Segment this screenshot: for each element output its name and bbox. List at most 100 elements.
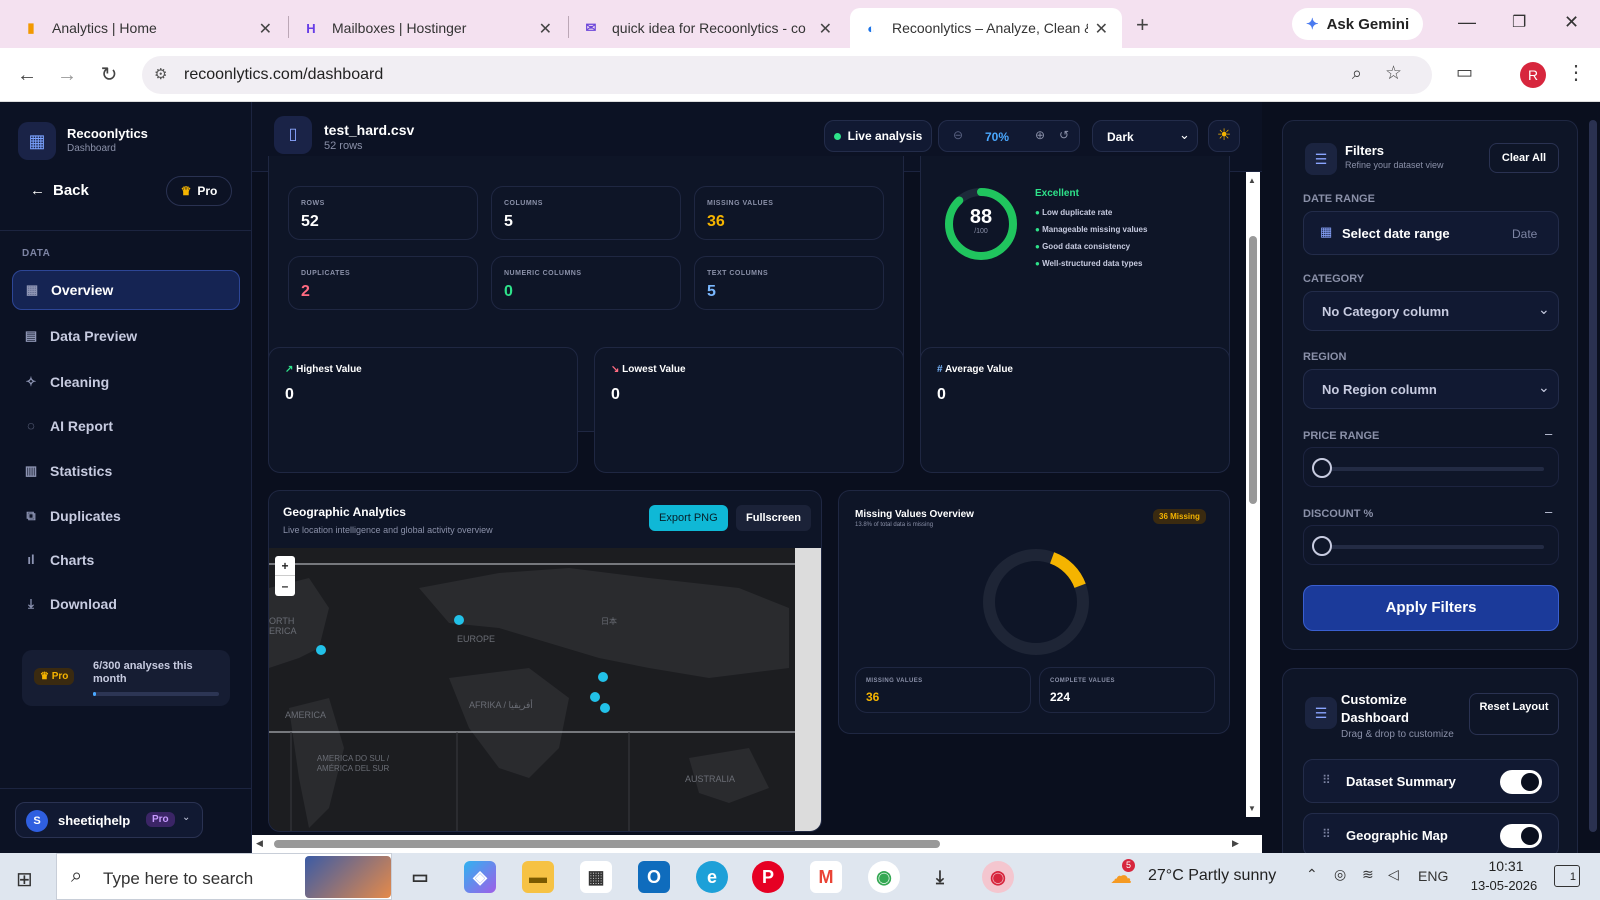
price-range-slider[interactable] [1303,447,1559,487]
file-explorer-icon[interactable]: ▬ [522,861,554,893]
scroll-left-icon[interactable]: ◀ [256,838,263,849]
sidebar-item-overview[interactable]: ▦ Overview [12,270,240,310]
sidebar-item-duplicates[interactable]: ⧉ Duplicates [12,496,240,536]
clock-time[interactable]: 10:31 [1466,858,1546,874]
scroll-right-icon[interactable]: ▶ [1232,838,1239,849]
menu-dots-icon[interactable]: ⋮ [1566,60,1586,85]
copilot-icon[interactable]: ◈ [464,861,496,893]
close-icon[interactable]: ✕ [1095,19,1108,39]
tray-chevron-icon[interactable]: ⌃ [1306,866,1318,883]
apply-filters-button[interactable]: Apply Filters [1303,585,1559,631]
scrollbar-thumb[interactable] [1589,120,1597,832]
outlook-icon[interactable]: O [638,861,670,893]
region-select[interactable]: No Region column ⌄ [1303,369,1559,409]
zoom-lens-icon[interactable]: ⌕ [1352,63,1362,84]
world-map[interactable]: ORTH ERICA EUROPE AFRIKA / أفريقيا AMERI… [269,548,795,831]
volume-icon[interactable]: ◁ [1388,866,1399,883]
sidebar-item-statistics[interactable]: ▥ Statistics [12,451,240,491]
drag-handle-icon[interactable]: ⠿ [1322,773,1331,787]
map-marker[interactable] [316,645,326,655]
widget-row-dataset-summary[interactable]: ⠿ Dataset Summary [1303,759,1559,803]
gmail-icon[interactable]: M [810,861,842,893]
tab-analytics[interactable]: ▮ Analytics | Home ✕ [10,8,286,48]
map-zoom-in-button[interactable]: + [275,556,295,576]
chrome-profile-icon[interactable]: ◉ [982,861,1014,893]
pro-button[interactable]: ♛ Pro [166,176,232,206]
map-marker[interactable] [454,615,464,625]
profile-avatar[interactable]: R [1520,62,1546,88]
widget-toggle[interactable] [1500,770,1542,794]
reset-zoom-icon[interactable]: ↺ [1059,128,1069,142]
export-png-button[interactable]: Export PNG [649,505,728,531]
scrollbar-thumb[interactable] [274,840,940,848]
widget-row-geographic-map[interactable]: ⠿ Geographic Map [1303,813,1559,857]
collapse-icon[interactable]: – [1545,426,1552,441]
user-menu[interactable]: S sheetiqhelp Pro ⌄ [15,802,203,838]
zoom-out-icon[interactable]: ⊖ [953,128,963,142]
window-close-icon[interactable]: ✕ [1564,12,1579,33]
map-marker[interactable] [600,703,610,713]
site-settings-icon[interactable]: ⚙ [154,65,167,83]
widget-toggle[interactable] [1500,824,1542,848]
price-slider-handle[interactable] [1312,458,1332,478]
drag-handle-icon[interactable]: ⠿ [1322,827,1331,841]
new-tab-button[interactable]: + [1136,12,1149,38]
taskbar-search[interactable]: ⌕ Type here to search [56,853,392,900]
reload-icon[interactable]: ↻ [96,62,122,88]
category-select[interactable]: No Category column ⌄ [1303,291,1559,331]
sidebar-item-download[interactable]: ⤓ Download [12,584,240,624]
tab-recoonlytics[interactable]: ◐ Recoonlytics – Analyze, Clean & ✕ [850,8,1122,48]
map-zoom-out-button[interactable]: – [275,576,295,596]
address-bar[interactable]: ⚙ recoonlytics.com/dashboard ⌕ ☆ [142,56,1432,94]
bookmark-star-icon[interactable]: ☆ [1385,62,1402,85]
sun-icon[interactable]: ☀ [1208,120,1240,152]
back-button[interactable]: ← Back [30,182,89,199]
ask-gemini-button[interactable]: ✦ Ask Gemini [1292,8,1424,40]
forward-arrow-icon[interactable]: → [54,62,80,88]
date-range-picker[interactable]: ▦ Select date range Date [1303,211,1559,255]
sidebar-item-data-preview[interactable]: ▤ Data Preview [12,316,240,356]
task-view-icon[interactable]: ▭ [404,861,436,893]
clear-all-button[interactable]: Clear All [1489,143,1559,173]
scroll-up-icon[interactable]: ▲ [1248,176,1256,185]
discount-slider-handle[interactable] [1312,536,1332,556]
discount-slider[interactable] [1303,525,1559,565]
map-land-svg [269,563,795,831]
sidebar-item-charts[interactable]: ıl Charts [12,540,240,580]
vertical-scrollbar[interactable]: ▲ ▼ [1246,172,1260,817]
clock-date[interactable]: 13-05-2026 [1462,878,1546,893]
back-arrow-icon[interactable]: ← [14,62,40,88]
close-icon[interactable]: ✕ [819,19,832,39]
tab-mailboxes[interactable]: H Mailboxes | Hostinger ✕ [290,8,566,48]
edge-icon[interactable]: e [696,861,728,893]
wifi-icon[interactable]: ≋ [1362,866,1374,883]
weather-icon[interactable]: ☁ 5 [1110,859,1136,889]
horizontal-scrollbar[interactable]: ◀ ▶ [252,835,1262,853]
fullscreen-button[interactable]: Fullscreen [736,505,812,531]
pinterest-icon[interactable]: P [752,861,784,893]
language-indicator[interactable]: ENG [1418,868,1448,884]
close-icon[interactable]: ✕ [259,19,272,39]
theme-select[interactable]: Dark ⌄ [1092,120,1198,152]
scrollbar-thumb[interactable] [1249,236,1257,504]
restore-icon[interactable]: ❐ [1512,12,1526,32]
live-analysis-indicator[interactable]: Live analysis [824,120,932,152]
notification-center-icon[interactable]: 1 [1554,865,1580,887]
scroll-down-icon[interactable]: ▼ [1248,804,1256,813]
windows-start-icon[interactable]: ⊞ [16,867,33,892]
chrome-icon[interactable]: ◉ [868,861,900,893]
collapse-icon[interactable]: – [1545,504,1552,519]
downloads-icon[interactable]: ⤓ [924,861,956,893]
close-icon[interactable]: ✕ [539,19,552,39]
tab-quick-idea[interactable]: ✉ quick idea for Recoonlytics - co ✕ [570,8,846,48]
minimize-icon[interactable]: — [1458,12,1476,33]
sidebar-item-cleaning[interactable]: ✧ Cleaning [12,362,240,402]
sidebar-item-ai-report[interactable]: ◌ AI Report [12,406,240,446]
map-marker[interactable] [590,692,600,702]
zoom-in-icon[interactable]: ⊕ [1035,128,1045,142]
reset-layout-button[interactable]: Reset Layout [1469,693,1559,735]
store-icon[interactable]: ▦ [580,861,612,893]
cast-icon[interactable]: ▭ [1456,62,1473,83]
camera-icon[interactable]: ◎ [1334,866,1346,883]
map-marker[interactable] [598,672,608,682]
